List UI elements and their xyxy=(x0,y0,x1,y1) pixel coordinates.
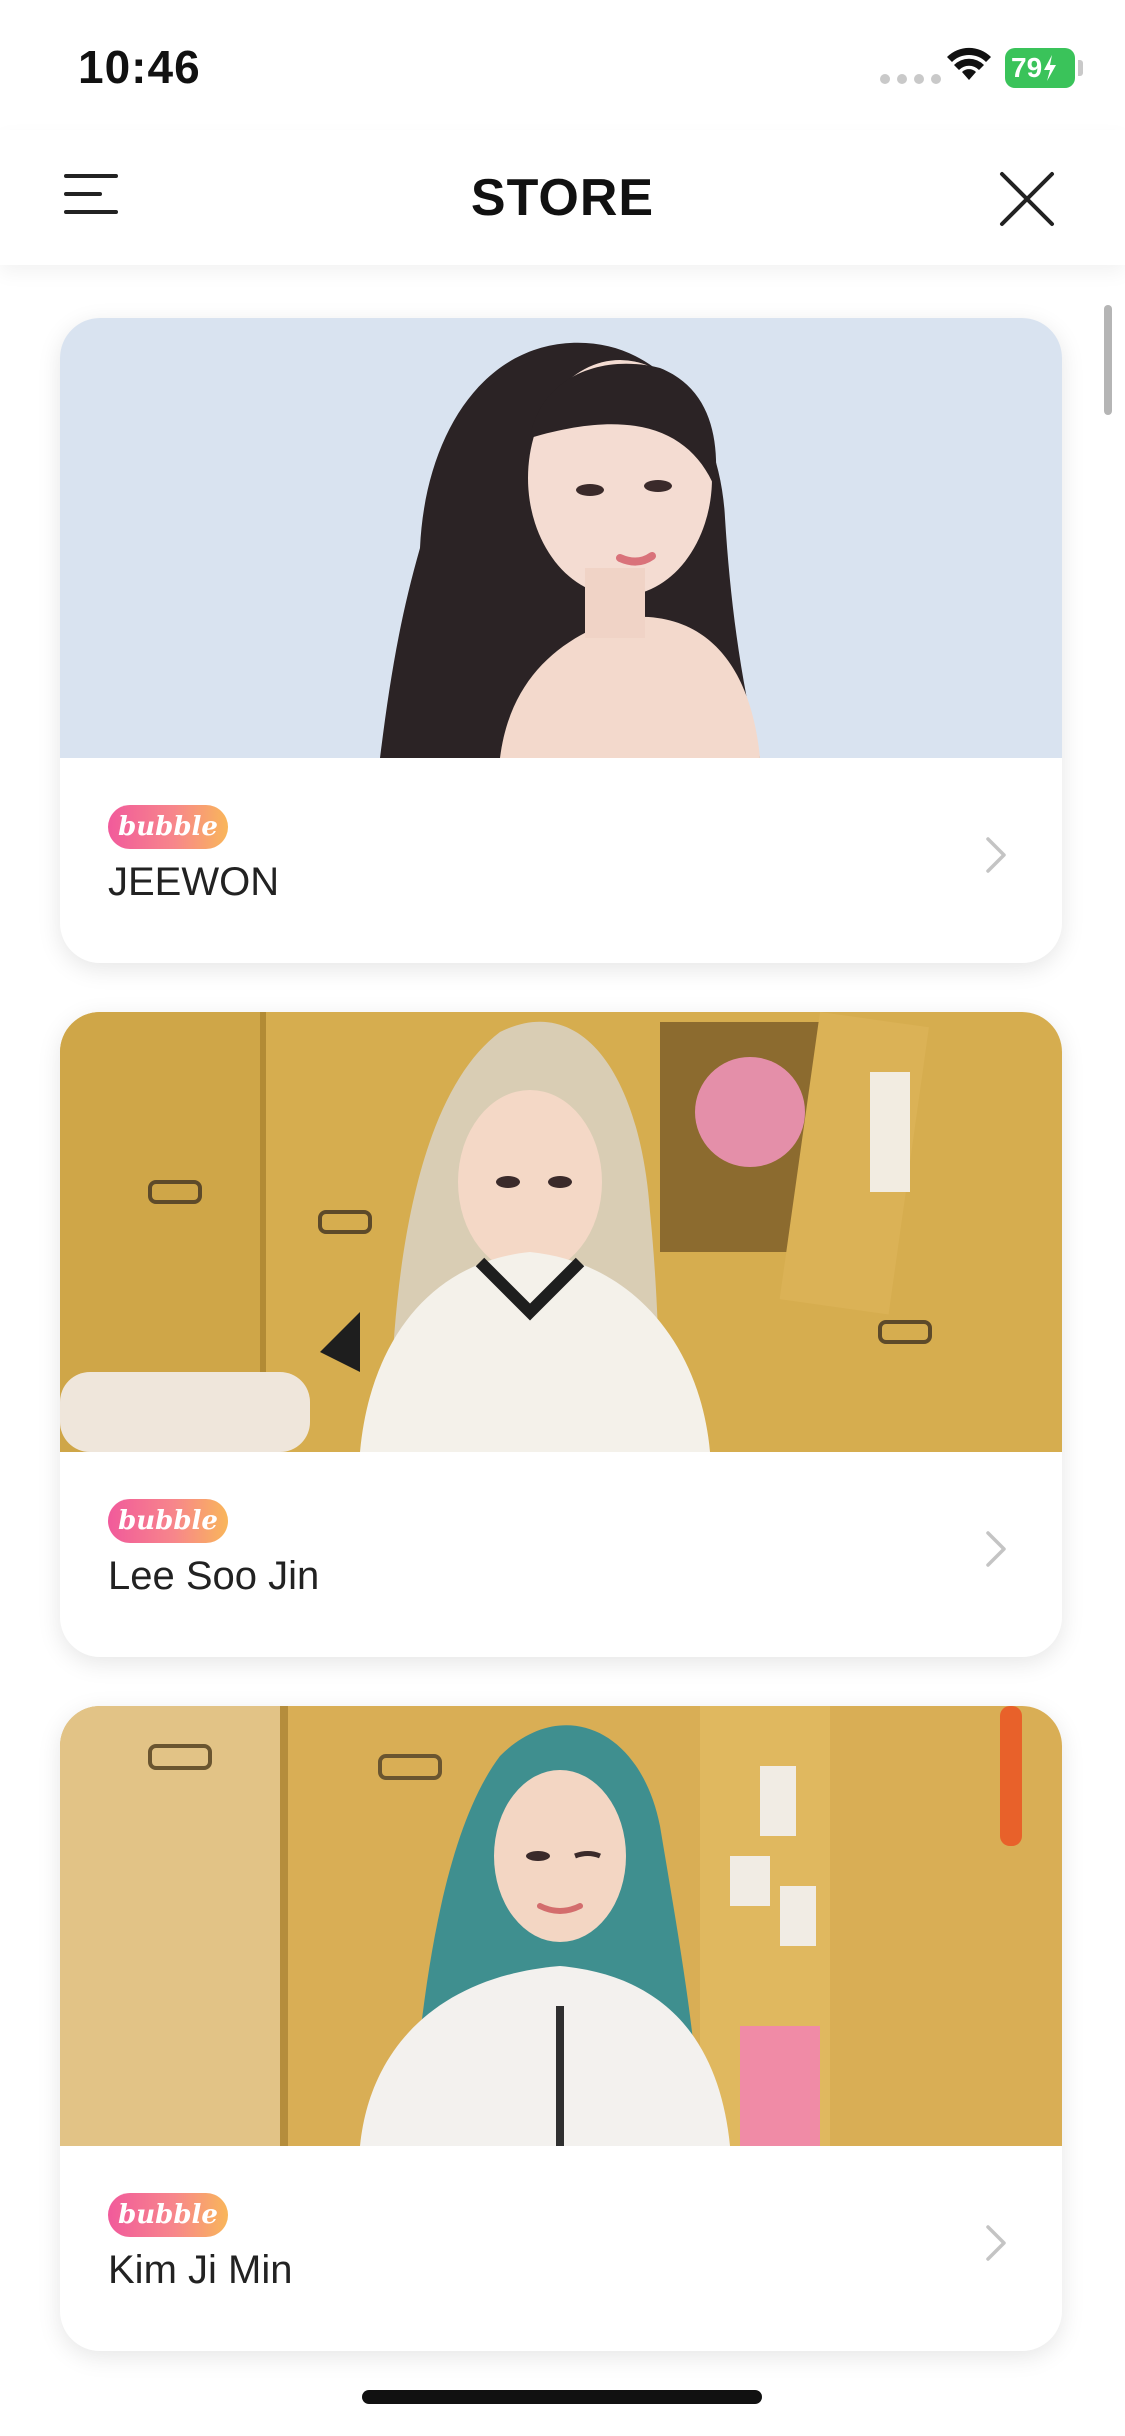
home-indicator[interactable] xyxy=(362,2390,762,2404)
battery-tip xyxy=(1078,60,1083,76)
artist-card-jeewon[interactable]: bubble JEEWON xyxy=(60,318,1062,963)
battery-charging-icon: 79 xyxy=(1005,48,1075,88)
artist-photo xyxy=(60,1706,1062,2146)
artist-name: JEEWON xyxy=(108,860,280,904)
nav-bar: STORE xyxy=(0,130,1125,265)
bubble-badge: bubble xyxy=(108,1499,228,1543)
chevron-right-icon xyxy=(986,837,1006,873)
artist-card-lee-soo-jin[interactable]: bubble Lee Soo Jin xyxy=(60,1012,1062,1657)
artist-name: Lee Soo Jin xyxy=(108,1554,320,1598)
artist-photo xyxy=(60,318,1062,758)
artist-card-kim-ji-min[interactable]: bubble Kim Ji Min xyxy=(60,1706,1062,2351)
battery-level: 79 xyxy=(1011,52,1043,83)
chevron-right-icon xyxy=(986,2225,1006,2261)
page-title: STORE xyxy=(470,169,655,227)
scrollbar[interactable] xyxy=(1104,305,1112,415)
bubble-badge: bubble xyxy=(108,2193,228,2237)
cellular-icon xyxy=(880,74,941,84)
artist-name: Kim Ji Min xyxy=(108,2248,293,2292)
status-time: 10:46 xyxy=(78,41,201,93)
close-icon[interactable] xyxy=(998,170,1056,228)
artist-photo xyxy=(60,1012,1062,1452)
charging-bolt-icon xyxy=(1044,55,1057,81)
chevron-right-icon xyxy=(986,1531,1006,1567)
wifi-icon xyxy=(947,47,991,80)
bubble-badge: bubble xyxy=(108,805,228,849)
status-bar: 10:46 79 xyxy=(0,0,1125,130)
